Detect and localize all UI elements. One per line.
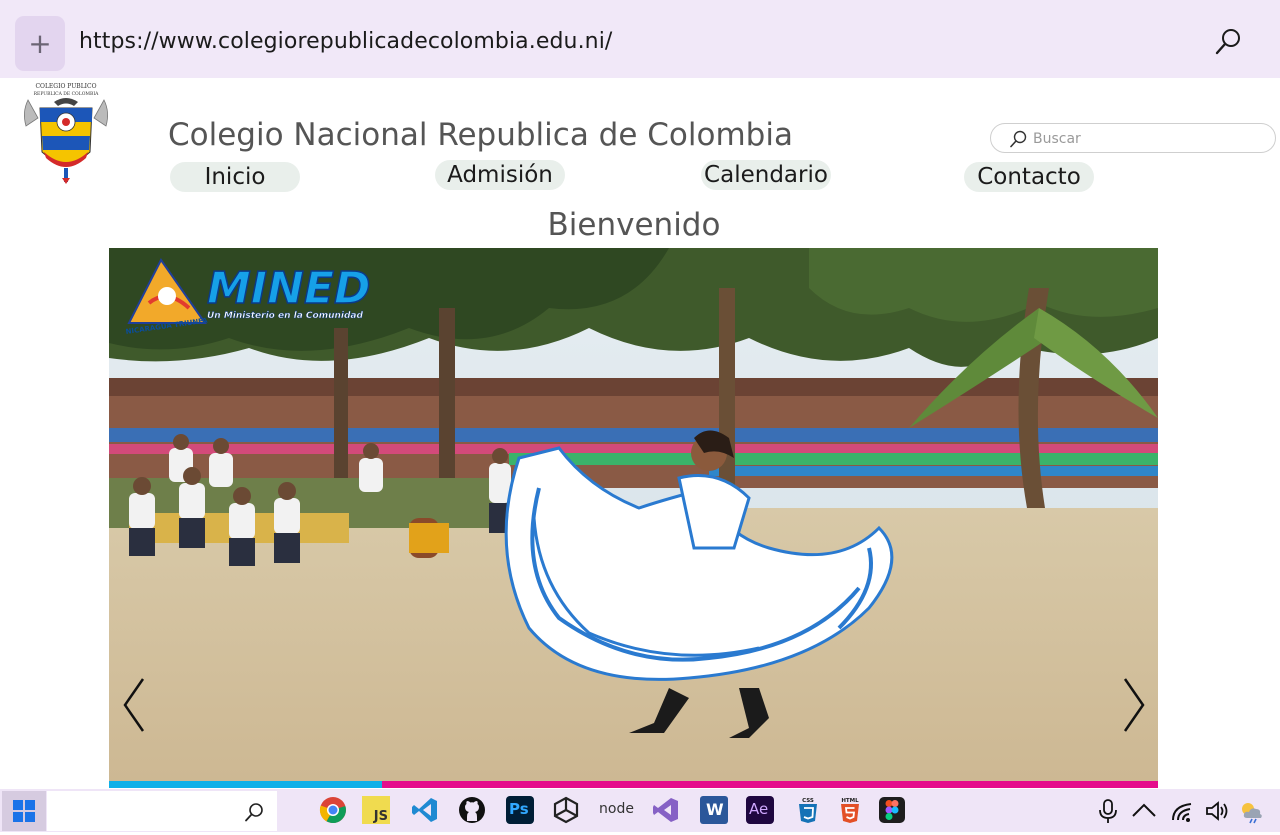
hero-photo: NICARAGUA TRIUNFA MINED Un Ministerio en… <box>109 248 1158 781</box>
school-logo[interactable]: COLEGIO PUBLICO REPUBLICA DE COLOMBIA <box>18 82 114 186</box>
photoshop-icon[interactable]: Ps <box>506 796 534 824</box>
watermark-tagline: Un Ministerio en la Comunidad <box>207 311 364 321</box>
nodejs-icon-label: node <box>599 801 634 817</box>
browser-address-bar: + https://www.colegiorepublicadecolombia… <box>0 0 1280 78</box>
microphone-icon[interactable] <box>1095 798 1121 824</box>
taskbar-search[interactable] <box>47 791 277 831</box>
javascript-icon[interactable]: JS <box>362 796 390 824</box>
windows-icon <box>13 800 35 822</box>
site-title: Colegio Nacional Republica de Colombia <box>168 117 793 153</box>
chevron-up-icon[interactable] <box>1131 798 1157 824</box>
nav-inicio[interactable]: Inicio <box>170 162 300 192</box>
watermark-brand: MINED <box>207 263 371 314</box>
html5-icon-label: HTML <box>841 798 859 804</box>
wifi-icon[interactable] <box>1169 798 1195 824</box>
css3-icon-label: CSS <box>802 798 814 804</box>
search-icon <box>245 803 263 822</box>
search-icon[interactable] <box>1212 26 1244 58</box>
hero-slideshow[interactable]: NICARAGUA TRIUNFA MINED Un Ministerio en… <box>109 248 1158 781</box>
slide-progress-fill <box>109 781 382 788</box>
css3-icon[interactable]: CSS <box>794 796 822 824</box>
github-icon[interactable] <box>458 796 486 824</box>
weather-icon[interactable] <box>1239 798 1265 824</box>
start-button[interactable] <box>2 791 46 831</box>
unity-icon[interactable] <box>552 796 580 824</box>
html5-icon[interactable]: HTML <box>836 796 864 824</box>
welcome-heading: Bienvenido <box>547 207 721 243</box>
volume-icon[interactable] <box>1204 798 1230 824</box>
chrome-icon[interactable] <box>319 796 347 824</box>
word-icon[interactable]: W <box>700 796 728 824</box>
figma-icon[interactable] <box>878 796 906 824</box>
search-icon <box>1010 130 1027 148</box>
new-tab-button[interactable]: + <box>15 16 65 71</box>
nav-admision[interactable]: Admisión <box>435 160 565 190</box>
javascript-icon-label: JS <box>373 809 388 824</box>
after-effects-icon[interactable]: Ae <box>746 796 774 824</box>
url-field[interactable]: https://www.colegiorepublicadecolombia.e… <box>79 29 612 54</box>
nav-calendario[interactable]: Calendario <box>701 160 831 190</box>
slide-progress-bar <box>109 781 1158 788</box>
visual-studio-icon[interactable] <box>652 796 680 824</box>
nodejs-icon[interactable]: node <box>598 796 634 824</box>
photoshop-icon-label: Ps <box>509 800 529 818</box>
after-effects-icon-label: Ae <box>749 800 769 818</box>
nav-contacto[interactable]: Contacto <box>964 162 1094 192</box>
next-slide-arrow-icon[interactable] <box>1119 675 1149 735</box>
logo-text-top: COLEGIO PUBLICO <box>35 83 96 90</box>
vscode-icon[interactable] <box>411 796 439 824</box>
taskbar: JS Ps node W Ae CSS HTML <box>0 789 1280 832</box>
prev-slide-arrow-icon[interactable] <box>119 675 149 735</box>
logo-text-bottom: REPUBLICA DE COLOMBIA <box>34 91 99 97</box>
site-search-input[interactable] <box>1033 128 1263 150</box>
site-search-box[interactable] <box>990 123 1276 153</box>
word-icon-label: W <box>706 800 724 819</box>
